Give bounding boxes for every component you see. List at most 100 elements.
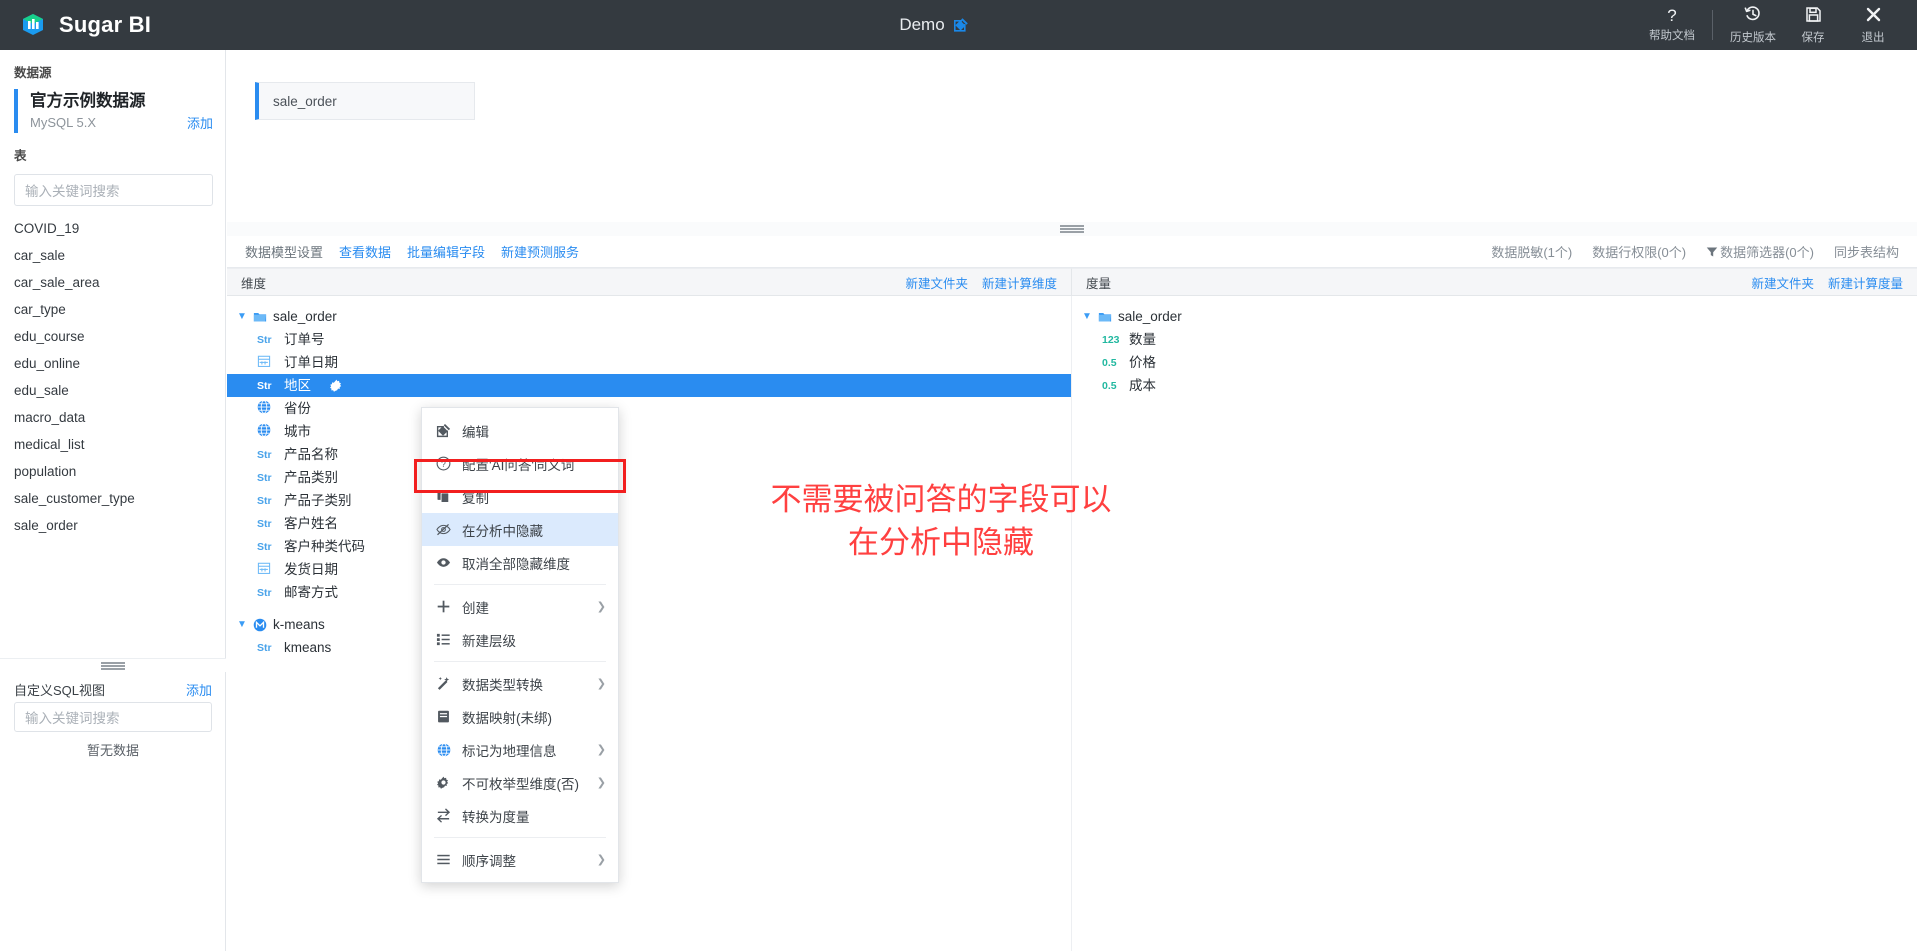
edit-square-icon <box>436 423 451 438</box>
chevron-down-icon[interactable]: ▼ <box>1082 311 1092 322</box>
context-menu-item[interactable]: 数据映射(未绑) <box>422 700 618 733</box>
context-menu-item[interactable]: 编辑 <box>422 414 618 447</box>
sqlview-search-input[interactable]: 输入关键词搜索 <box>14 702 212 732</box>
tree-field-row[interactable]: Str 产品类别 <box>227 466 1071 489</box>
table-list-item[interactable]: edu_course <box>0 323 225 350</box>
sqlview-add-link[interactable]: 添加 <box>186 680 212 699</box>
tree-group-label: k-means <box>273 617 325 632</box>
dimension-panel-title: 维度 <box>241 276 267 291</box>
table-list-item[interactable]: car_sale <box>0 242 225 269</box>
table-list-item[interactable]: population <box>0 458 225 485</box>
history-version-label: 历史版本 <box>1730 32 1776 44</box>
measure-new-calc-link[interactable]: 新建计算度量 <box>1828 273 1903 292</box>
context-menu-item-label: 编辑 <box>462 424 489 440</box>
sqlview-search-placeholder: 输入关键词搜索 <box>25 711 120 726</box>
tree-group-row[interactable]: ▼ k-means <box>227 613 1071 636</box>
context-menu-item[interactable]: ? 配置'AI问答'同义词 <box>422 447 618 480</box>
model-toolbar-right-item[interactable]: 同步表结构 <box>1834 242 1899 261</box>
exit-button[interactable]: 退出 <box>1843 6 1903 45</box>
canvas-splitter-handle[interactable] <box>227 222 1917 236</box>
table-list-item[interactable]: sale_order <box>0 512 225 539</box>
tree-field-row[interactable]: Str kmeans <box>227 636 1071 659</box>
globe-icon <box>257 400 277 417</box>
context-menu-item[interactable]: 新建层级 <box>422 623 618 656</box>
tree-field-row-selected[interactable]: Str 地区 <box>227 374 1071 397</box>
context-menu-divider <box>434 584 606 585</box>
tree-field-row[interactable]: 发货日期 <box>227 558 1071 581</box>
table-search-input[interactable]: 输入关键词搜索 <box>14 174 213 206</box>
context-menu-item-label: 复制 <box>462 490 489 506</box>
save-floppy-icon <box>1805 6 1822 26</box>
dimension-new-calc-link[interactable]: 新建计算维度 <box>982 273 1057 292</box>
field-context-menu[interactable]: 编辑 ? 配置'AI问答'同义词复制在分析中隐藏取消全部隐藏维度创建 ❯ 新建层级数据类… <box>421 407 619 883</box>
dimension-new-folder-link[interactable]: 新建文件夹 <box>905 273 968 292</box>
folder-icon <box>1098 310 1112 324</box>
model-toolbar-item[interactable]: 新建预测服务 <box>501 242 579 261</box>
measure-new-folder-link[interactable]: 新建文件夹 <box>1751 273 1814 292</box>
chevron-down-icon[interactable]: ▼ <box>237 311 247 322</box>
model-toolbar-right-label: 数据脱敏(1个) <box>1491 245 1573 260</box>
table-list-item[interactable]: macro_data <box>0 404 225 431</box>
table-list-item[interactable]: sale_customer_type <box>0 485 225 512</box>
history-clock-icon <box>1744 5 1762 26</box>
brand-name: Sugar BI <box>59 12 152 37</box>
context-menu-item[interactable]: 复制 <box>422 480 618 513</box>
chevron-down-icon[interactable]: ▼ <box>237 619 247 630</box>
model-toolbar: 数据模型设置 查看数据 批量编辑字段 新建预测服务 数据脱敏(1个) 数据行权限(0个)… <box>227 236 1917 268</box>
tree-field-row[interactable]: 城市 <box>227 420 1071 443</box>
tree-field-row[interactable]: 0.5 价格 <box>1072 351 1917 374</box>
help-doc-button[interactable]: ? 帮助文档 <box>1642 7 1702 43</box>
datasource-add-link[interactable]: 添加 <box>187 113 213 132</box>
tree-field-row[interactable]: 123 数量 <box>1072 328 1917 351</box>
datasource-type: MySQL 5.X <box>30 115 96 130</box>
table-search-placeholder: 输入关键词搜索 <box>25 184 120 199</box>
tree-group-row[interactable]: ▼ sale_order <box>227 305 1071 328</box>
context-menu-item[interactable]: 转换为度量 <box>422 799 618 832</box>
tree-field-row[interactable]: Str 客户种类代码 <box>227 535 1071 558</box>
context-menu-item[interactable]: 在分析中隐藏 <box>422 513 618 546</box>
edit-pencil-icon[interactable] <box>953 17 969 33</box>
gear-icon[interactable] <box>330 379 343 392</box>
table-list-item[interactable]: car_sale_area <box>0 269 225 296</box>
folder-icon <box>253 310 267 324</box>
model-toolbar-item[interactable]: 查看数据 <box>339 242 391 261</box>
model-toolbar-item[interactable]: 批量编辑字段 <box>407 242 485 261</box>
table-list-item[interactable]: medical_list <box>0 431 225 458</box>
tree-field-row[interactable]: 订单日期 <box>227 351 1071 374</box>
model-canvas[interactable]: sale_order <box>227 50 1917 228</box>
context-menu-item[interactable]: 取消全部隐藏维度 <box>422 546 618 579</box>
tree-field-row[interactable]: Str 客户姓名 <box>227 512 1071 535</box>
tree-group-row[interactable]: ▼ sale_order <box>1072 305 1917 328</box>
history-version-button[interactable]: 历史版本 <box>1723 5 1783 45</box>
save-button[interactable]: 保存 <box>1783 6 1843 45</box>
datasource-card[interactable]: 官方示例数据源 MySQL 5.X 添加 <box>14 89 213 133</box>
canvas-table-node[interactable]: sale_order <box>255 82 475 120</box>
table-list-item[interactable]: car_type <box>0 296 225 323</box>
integer-type-icon: 123 <box>1102 333 1120 346</box>
tree-field-row[interactable]: Str 邮寄方式 <box>227 581 1071 604</box>
model-toolbar-right-item[interactable]: 数据筛选器(0个) <box>1706 242 1814 261</box>
context-menu-item-label: 取消全部隐藏维度 <box>462 556 570 572</box>
sidebar-splitter-handle[interactable] <box>0 658 226 672</box>
calendar-icon <box>257 561 277 578</box>
tree-field-row[interactable]: 省份 <box>227 397 1071 420</box>
tree-field-row[interactable]: Str 产品子类别 <box>227 489 1071 512</box>
context-menu-item[interactable]: 创建 ❯ <box>422 590 618 623</box>
grip-icon <box>1060 225 1084 233</box>
model-toolbar-right-item[interactable]: 数据脱敏(1个) <box>1491 242 1572 261</box>
tree-field-row[interactable]: Str 产品名称 <box>227 443 1071 466</box>
tree-group-label: sale_order <box>1118 309 1182 324</box>
context-menu-item[interactable]: 顺序调整 ❯ <box>422 843 618 876</box>
tree-field-row[interactable]: 0.5 成本 <box>1072 374 1917 397</box>
model-toolbar-right-item[interactable]: 数据行权限(0个) <box>1592 242 1686 261</box>
table-list-item[interactable]: edu_online <box>0 350 225 377</box>
table-list-item[interactable]: edu_sale <box>0 377 225 404</box>
book-icon <box>436 709 451 724</box>
tree-group-label: sale_order <box>273 309 337 324</box>
string-type-icon: Str <box>257 379 272 392</box>
context-menu-item[interactable]: 不可枚举型维度(否) ❯ <box>422 766 618 799</box>
table-list-item[interactable]: COVID_19 <box>0 215 225 242</box>
context-menu-item[interactable]: 数据类型转换 ❯ <box>422 667 618 700</box>
context-menu-item[interactable]: 标记为地理信息 ❯ <box>422 733 618 766</box>
tree-field-row[interactable]: Str 订单号 <box>227 328 1071 351</box>
